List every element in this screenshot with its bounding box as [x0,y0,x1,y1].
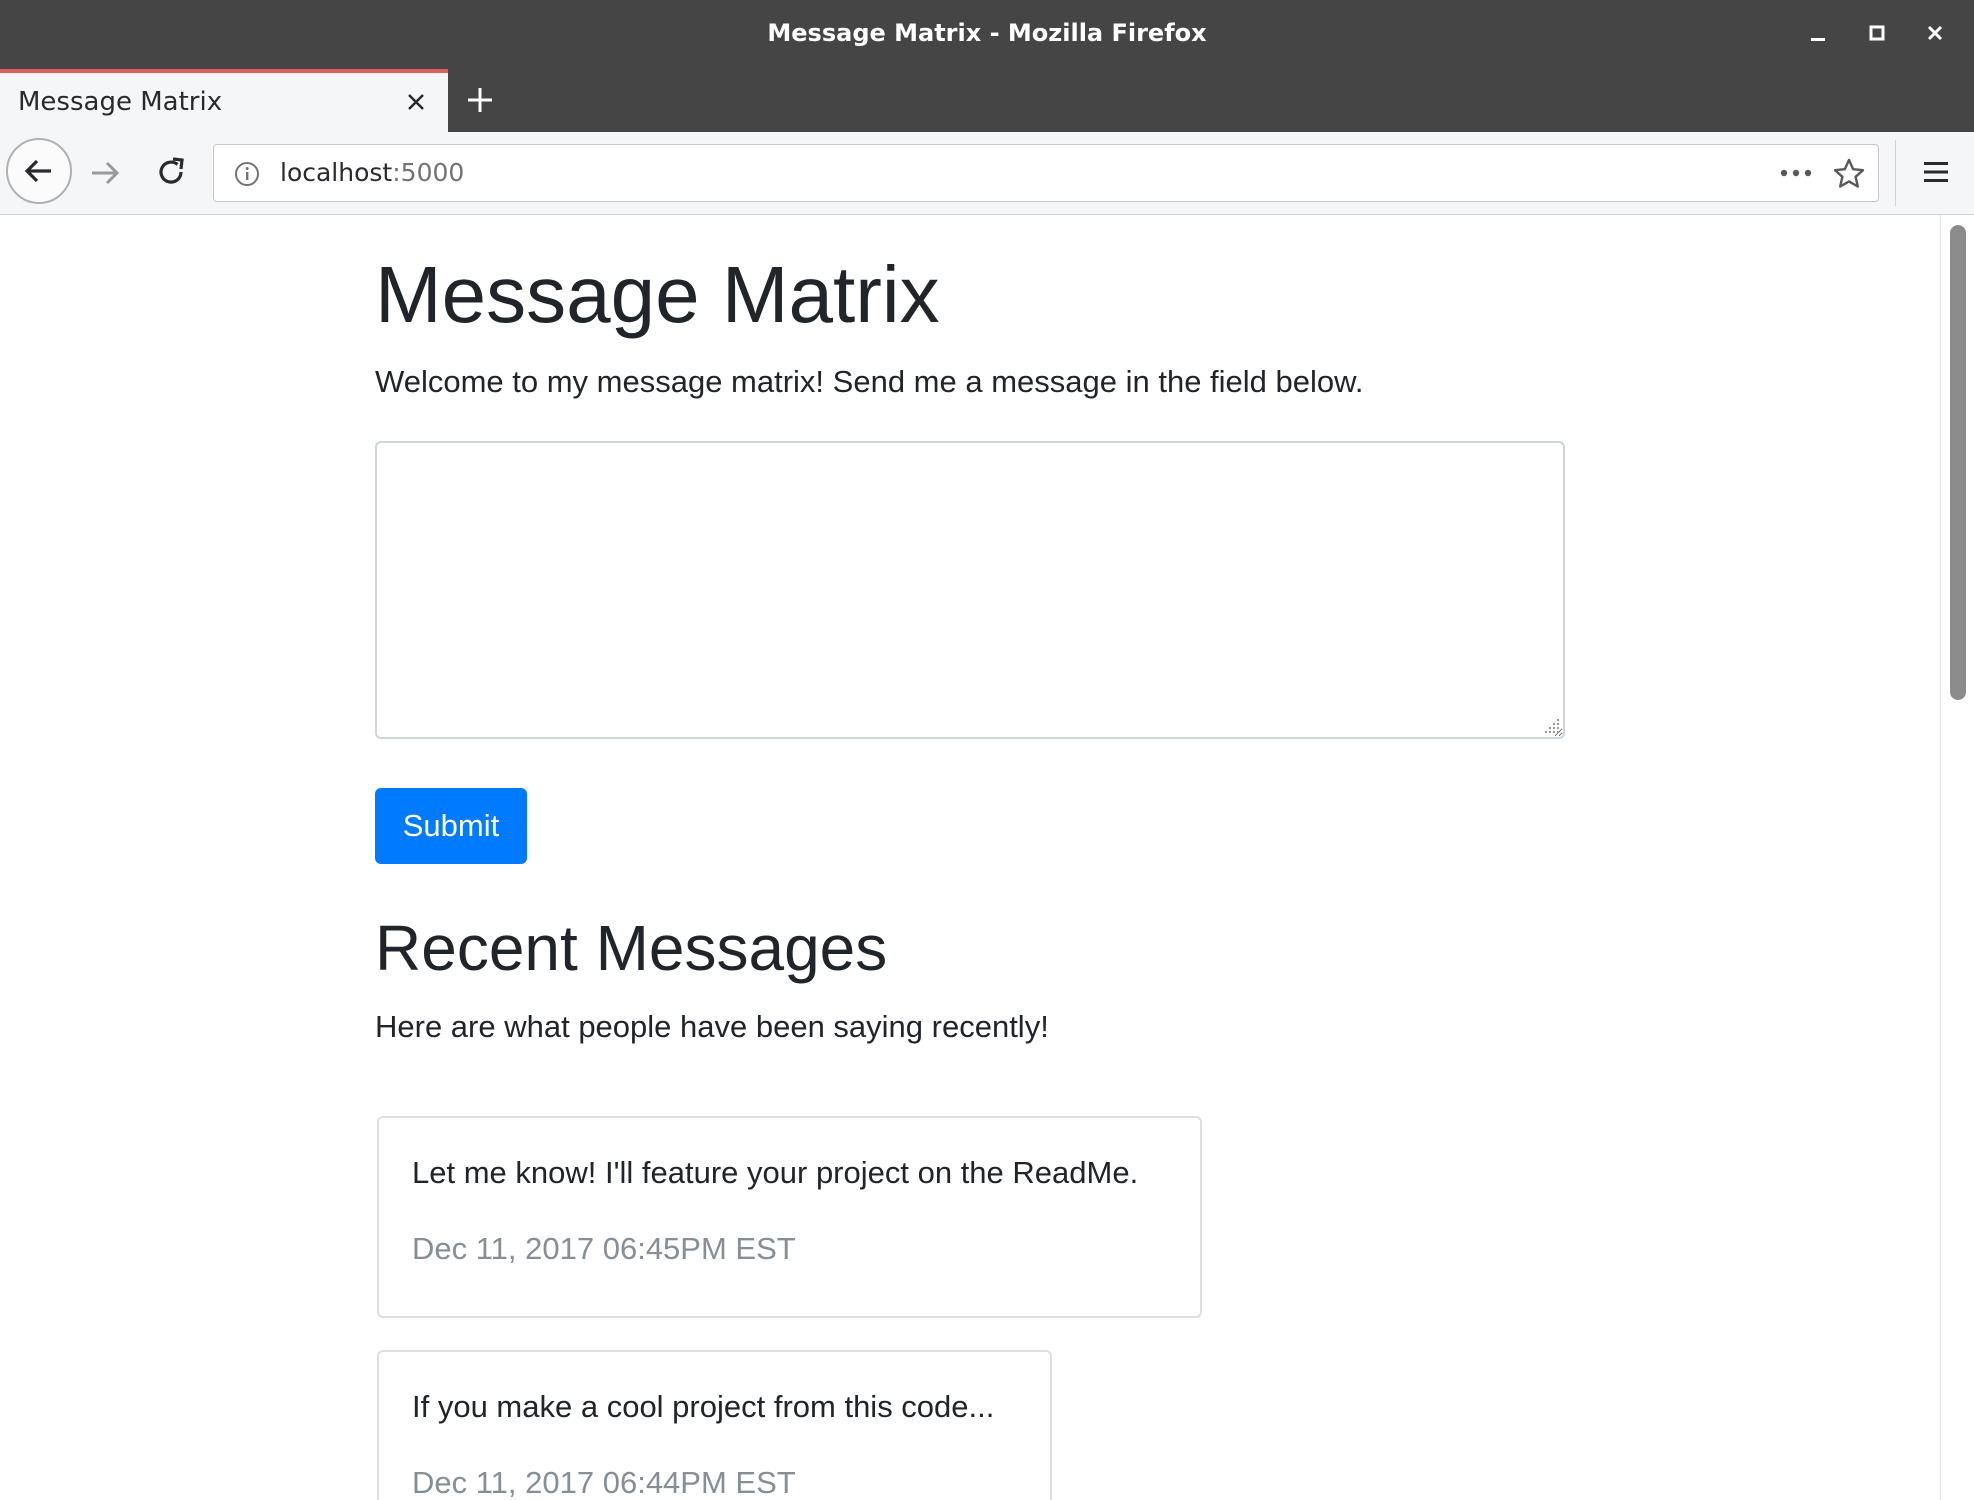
message-timestamp: Dec 11, 2017 06:45PM EST [412,1231,796,1266]
window-titlebar: Message Matrix - Mozilla Firefox [0,0,1974,68]
url-port: :5000 [392,158,465,187]
message-text: Let me know! I'll feature your project o… [412,1155,1139,1190]
reload-icon [159,157,184,184]
minimize-icon[interactable] [1803,18,1833,48]
url-host: localhost [280,158,393,187]
tab-message-matrix[interactable]: Message Matrix [0,69,448,132]
url-text[interactable]: localhost:5000 [280,145,464,201]
resize-grip-icon[interactable] [1539,713,1561,735]
vertical-scrollbar[interactable] [1940,215,1974,1500]
hamburger-menu-icon[interactable] [1918,154,1954,190]
maximize-icon[interactable] [1862,18,1892,48]
toolbar-separator [1895,140,1896,206]
star-icon[interactable] [1832,157,1866,191]
intro-text: Welcome to my message matrix! Send me a … [375,364,1364,399]
new-tab-icon[interactable] [462,82,498,118]
navigation-toolbar: localhost:5000 [0,132,1974,215]
reload-button[interactable] [152,153,190,191]
page-viewport: Message Matrix Welcome to my message mat… [0,215,1974,1500]
submit-button[interactable]: Submit [375,788,527,864]
close-icon[interactable] [1920,18,1950,48]
back-arrow-icon [24,159,51,183]
scrollbar-thumb[interactable] [1950,225,1966,700]
url-bar[interactable]: localhost:5000 [213,144,1879,202]
message-input[interactable] [375,441,1565,739]
page-title: Message Matrix [375,250,940,339]
window-title: Message Matrix - Mozilla Firefox [767,19,1207,47]
recent-messages-heading: Recent Messages [375,912,888,984]
message-text: If you make a cool project from this cod… [412,1389,995,1424]
tab-label: Message Matrix [18,87,223,117]
forward-button[interactable] [86,153,126,193]
back-button[interactable] [6,138,72,204]
more-dots-icon[interactable] [1778,158,1814,188]
message-card: Let me know! I'll feature your project o… [377,1116,1202,1318]
message-card: If you make a cool project from this cod… [377,1350,1052,1500]
recent-messages-intro: Here are what people have been saying re… [375,1009,1049,1044]
tab-strip: Message Matrix [0,68,1974,132]
forward-arrow-icon [92,161,120,185]
tab-close-icon[interactable] [402,88,430,116]
info-icon[interactable] [232,159,262,189]
message-timestamp: Dec 11, 2017 06:44PM EST [412,1465,796,1500]
